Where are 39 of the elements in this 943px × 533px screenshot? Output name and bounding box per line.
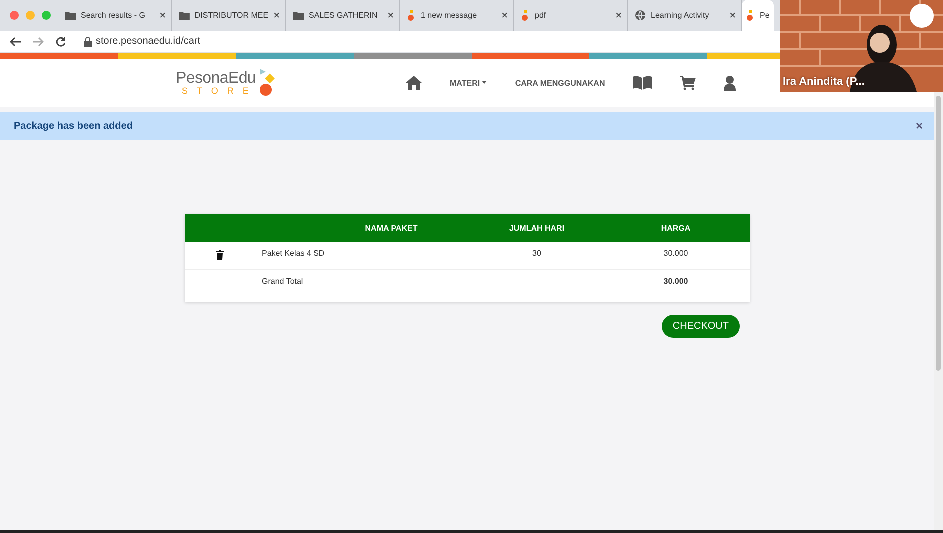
back-icon[interactable]: [10, 36, 21, 46]
close-icon[interactable]: ×: [616, 10, 622, 22]
close-icon[interactable]: ×: [502, 10, 508, 22]
table-cell-text: 30.000: [662, 277, 690, 286]
table-cell-text: Paket Kelas 4 SD: [261, 249, 326, 258]
browser-tab[interactable]: Pe: [742, 0, 774, 31]
reload-icon[interactable]: [56, 36, 66, 46]
column-header: JUMLAH HARI: [508, 224, 566, 232]
folder-icon: [179, 11, 190, 20]
nav-link[interactable]: CARA MENGGUNAKAN: [515, 78, 606, 88]
logo-icon: [407, 10, 416, 21]
column-header: HARGA: [660, 224, 692, 232]
table-cell-text: 30.000: [662, 249, 690, 258]
user-icon[interactable]: [724, 76, 736, 90]
logo-icon: [746, 10, 755, 21]
logo-text: PesonaEdu: [176, 70, 258, 86]
book-icon[interactable]: [633, 76, 652, 90]
trash-icon[interactable]: [216, 250, 224, 260]
nav-link[interactable]: MATERI: [450, 78, 488, 88]
column-header: NAMA PAKET: [364, 224, 419, 232]
url-field[interactable]: store.pesonaedu.id/cart: [96, 36, 201, 47]
logo-subtitle: STORE: [182, 86, 258, 96]
home-icon[interactable]: [406, 76, 422, 90]
globe-icon: [635, 10, 646, 21]
logo-icon: [260, 69, 276, 97]
close-icon[interactable]: ×: [730, 10, 736, 22]
close-icon[interactable]: ×: [274, 10, 280, 22]
close-icon[interactable]: ×: [388, 10, 394, 22]
folder-icon: [65, 11, 76, 20]
table-cell-text: Grand Total: [261, 277, 304, 286]
cart-icon[interactable]: [680, 76, 696, 90]
logo-icon: [521, 10, 530, 21]
table-cell-text: 30: [532, 249, 542, 258]
checkout-button[interactable]: CHECKOUT: [662, 315, 740, 338]
lock-icon: [84, 36, 92, 46]
alert-message: Package has been added: [14, 120, 133, 132]
folder-icon: [293, 11, 304, 20]
close-button[interactable]: ×: [916, 119, 923, 133]
close-icon[interactable]: ×: [160, 10, 166, 22]
